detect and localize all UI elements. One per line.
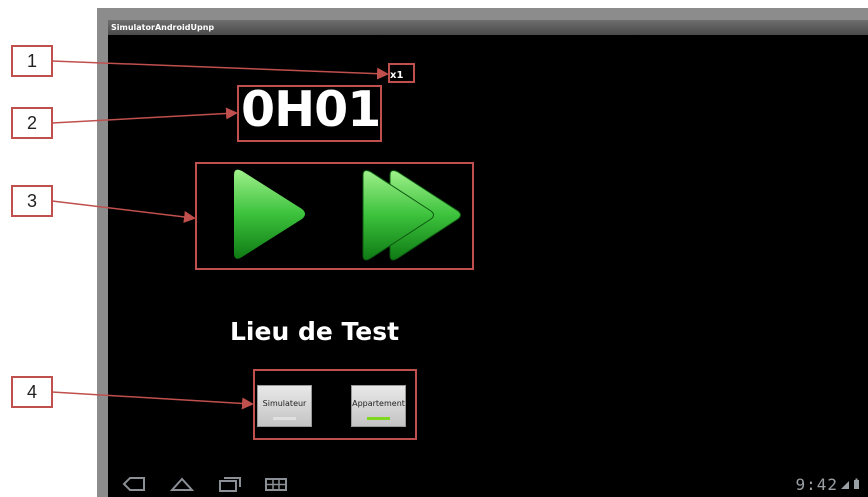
- callout-label-4: 4: [11, 376, 53, 408]
- callout-label-3: 3: [11, 185, 53, 217]
- callout-arrows: [51, 60, 389, 410]
- callout-label-2: 2: [11, 107, 53, 139]
- callout-label-1: 1: [11, 45, 53, 77]
